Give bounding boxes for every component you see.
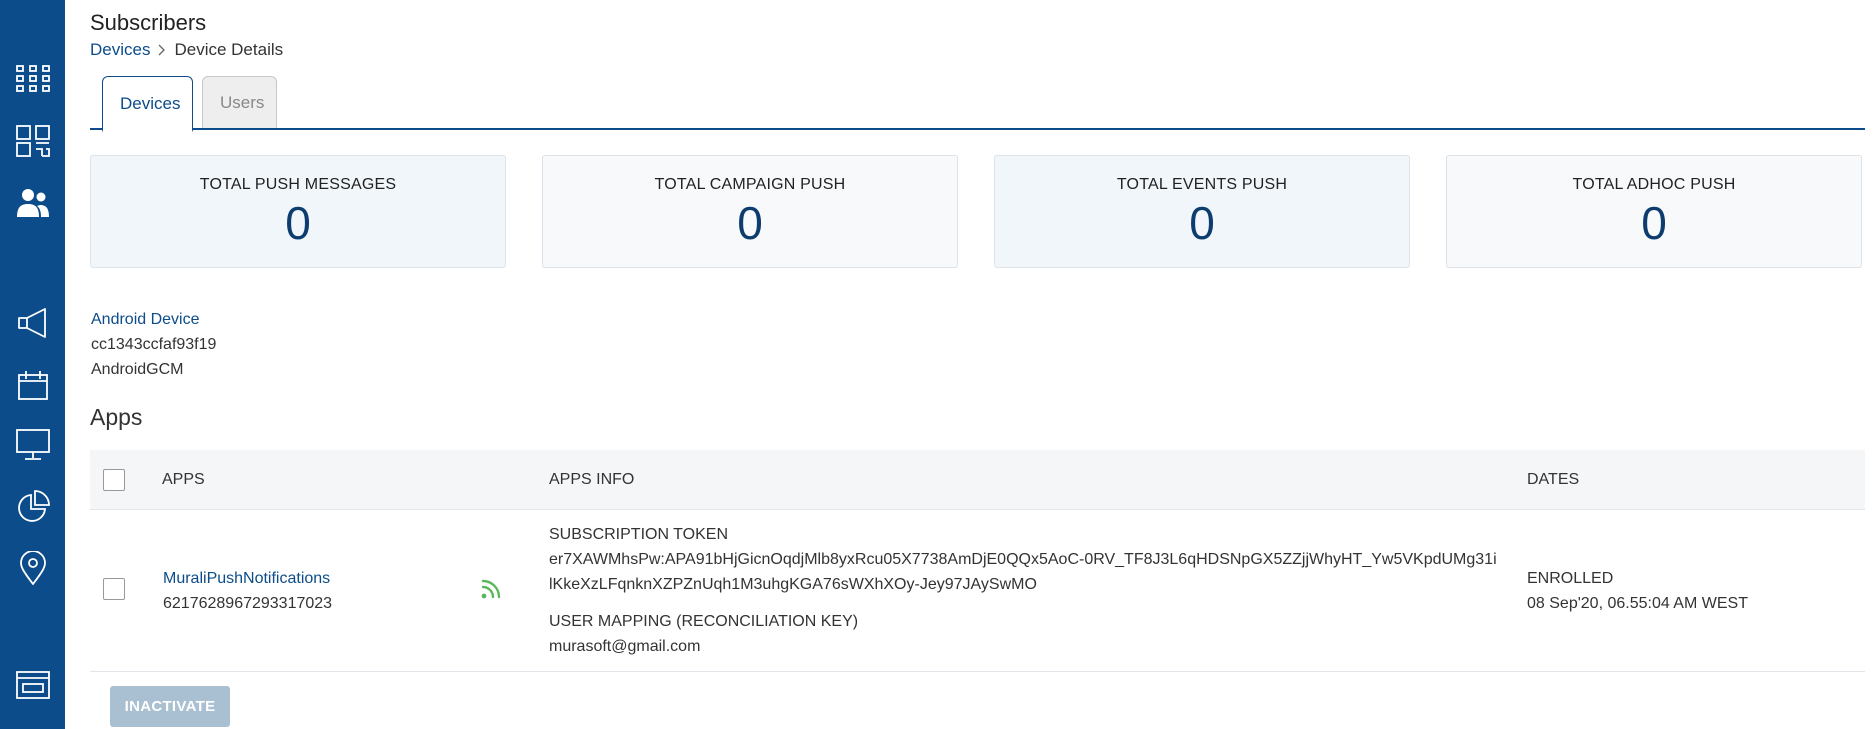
device-type-link[interactable]: Android Device	[91, 307, 216, 332]
stat-value: 0	[737, 197, 763, 249]
calendar-icon[interactable]	[0, 360, 65, 410]
location-pin-icon[interactable]	[0, 543, 65, 593]
monitor-icon[interactable]	[0, 420, 65, 470]
breadcrumb-current: Device Details	[174, 40, 284, 59]
pie-chart-icon[interactable]	[0, 482, 65, 532]
window-icon[interactable]	[0, 660, 65, 710]
table-row: MuraliPushNotifications 6217628967293317…	[90, 510, 1865, 672]
app-id: 6217628967293317023	[163, 595, 333, 612]
device-platform: AndroidGCM	[91, 361, 184, 378]
select-all-cell	[103, 450, 125, 510]
token-label: SUBSCRIPTION TOKEN	[549, 526, 728, 543]
stats-row: TOTAL PUSH MESSAGES 0 TOTAL CAMPAIGN PUS…	[90, 155, 1862, 268]
stat-label: TOTAL ADHOC PUSH	[1572, 176, 1736, 193]
device-id: cc1343ccfaf93f19	[91, 336, 217, 353]
dashboard-icon[interactable]	[0, 116, 65, 166]
device-info: Android Device cc1343ccfaf93f19 AndroidG…	[91, 307, 216, 382]
stat-label: TOTAL CAMPAIGN PUSH	[654, 176, 846, 193]
stat-value: 0	[1641, 197, 1667, 249]
token-value: er7XAWMhsPw:APA91bHjGicnOqdjMlb8yxRcu05X…	[549, 551, 1497, 593]
megaphone-icon[interactable]	[0, 298, 65, 348]
stat-value: 0	[285, 197, 311, 249]
rss-icon	[480, 578, 502, 608]
stat-card-total-push: TOTAL PUSH MESSAGES 0	[90, 155, 506, 268]
dates-cell: ENROLLED 08 Sep'20, 06.55:04 AM WEST	[1527, 566, 1748, 616]
page-title: Subscribers	[90, 10, 207, 35]
app-cell: MuraliPushNotifications 6217628967293317…	[163, 566, 332, 616]
tab-devices[interactable]: Devices	[102, 76, 193, 132]
date-label: ENROLLED	[1527, 570, 1614, 587]
column-header-apps: APPS	[162, 471, 205, 488]
tab-bar: Devices Users	[90, 76, 1865, 132]
column-header-dates: DATES	[1527, 471, 1580, 488]
app-name-link[interactable]: MuraliPushNotifications	[163, 566, 332, 591]
stat-card-adhoc-push: TOTAL ADHOC PUSH 0	[1446, 155, 1862, 268]
stat-value: 0	[1189, 197, 1215, 249]
sidebar	[0, 0, 65, 729]
breadcrumb-devices-link[interactable]: Devices	[90, 40, 150, 60]
stat-card-events-push: TOTAL EVENTS PUSH 0	[994, 155, 1410, 268]
chevron-right-icon	[158, 44, 166, 56]
row-select-cell	[103, 578, 125, 600]
apps-table: APPS APPS INFO DATES MuraliPushNotificat…	[90, 450, 1865, 672]
main-content: Subscribers Devices Device Details Devic…	[90, 0, 1865, 729]
users-icon[interactable]	[0, 178, 65, 228]
stat-label: TOTAL EVENTS PUSH	[1116, 176, 1288, 193]
table-header: APPS APPS INFO DATES	[90, 450, 1865, 510]
mapping-label: USER MAPPING (RECONCILIATION KEY)	[549, 613, 859, 630]
apps-section-title: Apps	[90, 404, 143, 430]
date-value: 08 Sep'20, 06.55:04 AM WEST	[1527, 595, 1748, 612]
row-checkbox[interactable]	[103, 578, 125, 600]
breadcrumb: Devices Device Details	[90, 40, 283, 60]
stat-label: TOTAL PUSH MESSAGES	[199, 176, 397, 193]
apps-info-cell: SUBSCRIPTION TOKEN er7XAWMhsPw:APA91bHjG…	[549, 522, 1499, 659]
stat-card-campaign-push: TOTAL CAMPAIGN PUSH 0	[542, 155, 958, 268]
tab-users[interactable]: Users	[202, 76, 277, 128]
select-all-checkbox[interactable]	[103, 469, 125, 491]
mapping-value: murasoft@gmail.com	[549, 638, 701, 655]
column-header-apps-info: APPS INFO	[549, 471, 635, 488]
grid-icon[interactable]	[0, 54, 65, 104]
inactivate-button[interactable]: INACTIVATE	[110, 686, 230, 727]
